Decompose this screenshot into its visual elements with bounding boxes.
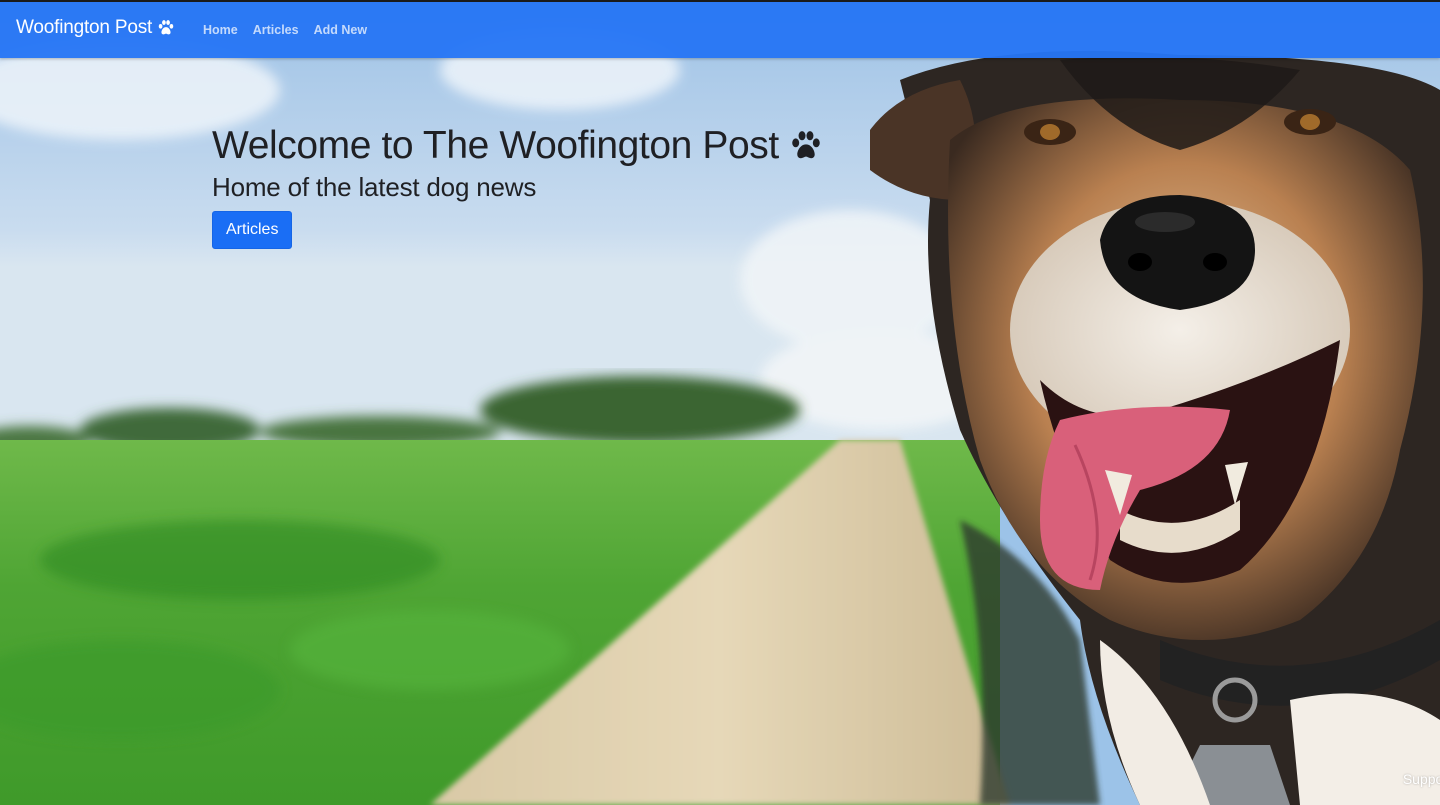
page: Woofington Post Home Articles Add New We…: [0, 0, 1440, 805]
hero-background-image: [0, 0, 1440, 805]
nav-link-add-new[interactable]: Add New: [314, 23, 367, 37]
support-link[interactable]: Suppor: [1403, 771, 1440, 787]
hero-content: Welcome to The Woofington Post Home of t…: [212, 124, 825, 249]
hero-title: Welcome to The Woofington Post: [212, 124, 825, 168]
brand-label: Woofington Post: [16, 17, 153, 38]
paw-icon: [158, 20, 174, 35]
articles-button[interactable]: Articles: [212, 211, 293, 249]
hero-subtitle: Home of the latest dog news: [212, 172, 537, 202]
nav-link-home[interactable]: Home: [203, 23, 238, 37]
hero-title-text: Welcome to The Woofington Post: [212, 124, 779, 167]
nav-link-articles[interactable]: Articles: [253, 23, 299, 37]
paw-icon: [792, 131, 820, 159]
nav-links: Home Articles Add New: [203, 23, 367, 37]
brand-link[interactable]: Woofington Post: [16, 17, 176, 39]
top-navbar: Woofington Post Home Articles Add New: [0, 0, 1440, 58]
